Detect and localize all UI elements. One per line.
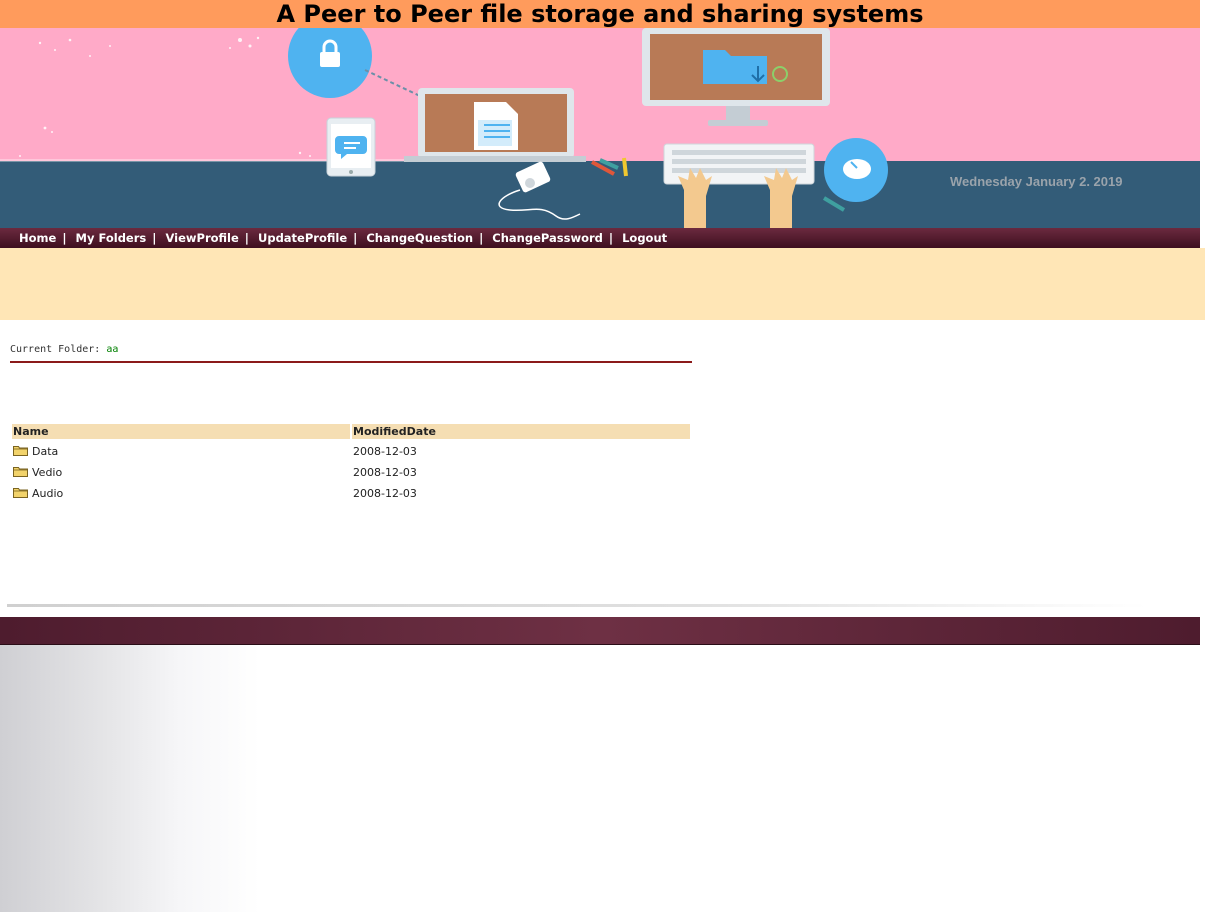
nav-update-profile-link[interactable]: UpdateProfile xyxy=(258,231,347,245)
header-banner: Wednesday January 2. 2019 xyxy=(0,28,1200,228)
footer-bar xyxy=(0,617,1200,645)
tablet-icon xyxy=(326,117,376,177)
banner-illustration xyxy=(0,28,1200,228)
table-row[interactable]: Audio 2008-12-03 xyxy=(12,483,690,502)
nav-change-password-link[interactable]: ChangePassword xyxy=(492,231,603,245)
table-row[interactable]: Data 2008-12-03 xyxy=(12,441,690,460)
main-navigation: Home | My Folders | ViewProfile | UpdateProfil… xyxy=(0,228,1200,248)
current-folder-name: aa xyxy=(106,344,119,355)
table-header-row: Name ModifiedDate xyxy=(12,424,690,439)
footer-divider xyxy=(7,604,1147,607)
modified-date-cell: 2008-12-03 xyxy=(353,466,417,479)
folder-icon[interactable] xyxy=(13,487,28,498)
folder-name-cell: Vedio xyxy=(12,462,350,481)
current-date: Wednesday January 2. 2019 xyxy=(950,174,1123,189)
column-header-name[interactable]: Name xyxy=(12,424,350,439)
nav-separator: | xyxy=(244,231,249,245)
nav-view-profile-link[interactable]: ViewProfile xyxy=(165,231,238,245)
folder-name-cell: Data xyxy=(12,441,350,460)
folder-name-cell: Audio xyxy=(12,483,350,502)
laptop-icon xyxy=(404,88,586,162)
column-header-modified-date[interactable]: ModifiedDate xyxy=(352,424,690,439)
table-row[interactable]: Vedio 2008-12-03 xyxy=(12,462,690,481)
nav-separator: | xyxy=(62,231,67,245)
current-folder-indicator: Current Folder: aa xyxy=(10,344,118,355)
nav-home-link[interactable]: Home xyxy=(19,231,56,245)
folder-table: Name ModifiedDate Data 2008-12-03 Vedio xyxy=(10,422,692,504)
title-bar: A Peer to Peer file storage and sharing … xyxy=(0,0,1200,28)
mouse-icon xyxy=(824,138,888,202)
folder-icon[interactable] xyxy=(13,445,28,456)
nav-separator: | xyxy=(152,231,157,245)
folder-link[interactable]: Data xyxy=(32,445,58,458)
current-folder-label: Current Folder: xyxy=(10,344,101,355)
folder-icon[interactable] xyxy=(13,466,28,477)
nav-change-question-link[interactable]: ChangeQuestion xyxy=(366,231,473,245)
nav-my-folders-link[interactable]: My Folders xyxy=(76,231,147,245)
nav-separator: | xyxy=(353,231,358,245)
modified-date-cell: 2008-12-03 xyxy=(353,445,417,458)
nav-separator: | xyxy=(608,231,614,245)
nav-separator: | xyxy=(479,231,484,245)
site-title: A Peer to Peer file storage and sharing … xyxy=(276,0,924,28)
modified-date-cell: 2008-12-03 xyxy=(353,487,417,500)
folder-divider xyxy=(10,361,692,363)
folder-link[interactable]: Vedio xyxy=(32,466,62,479)
main-content: Current Folder: aa Name ModifiedDate Dat… xyxy=(0,320,1205,617)
notice-band xyxy=(0,248,1205,320)
nav-logout-link[interactable]: Logout xyxy=(622,231,667,245)
folder-link[interactable]: Audio xyxy=(32,487,63,500)
